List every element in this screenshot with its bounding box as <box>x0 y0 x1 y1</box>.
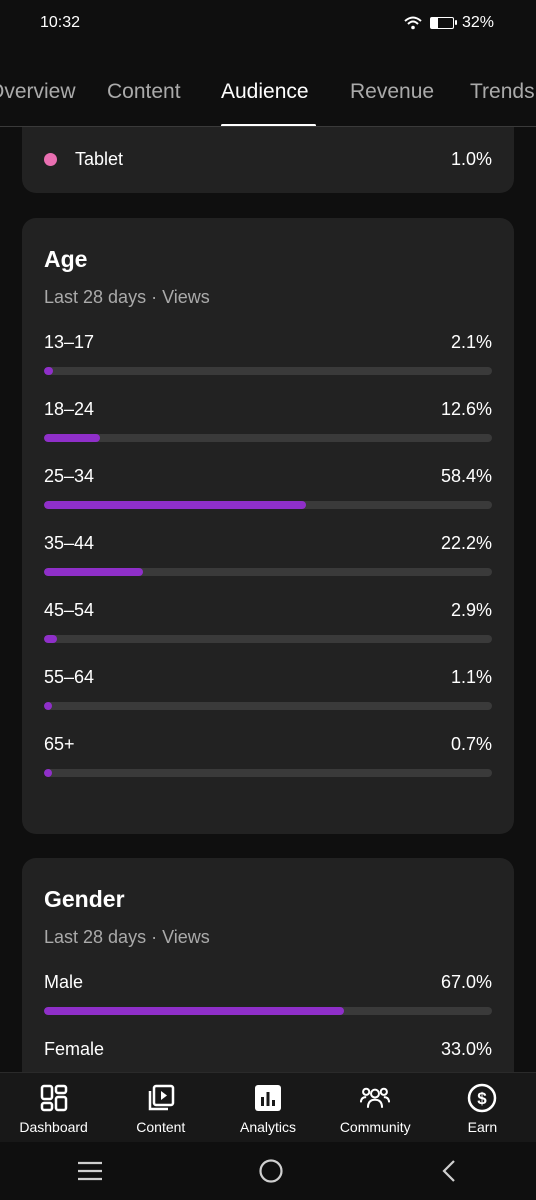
age-breakdown: 13–17 2.1% 18–24 12.6% 25–34 58.4% 35–44 22.2% 4… <box>22 332 514 777</box>
metric-head: 13–17 2.1% <box>44 332 492 353</box>
age-card: Age Last 28 days · Views 13–17 2.1% 18–24 1… <box>22 218 514 834</box>
age-value: 2.9% <box>450 600 492 620</box>
progress-track <box>44 702 492 710</box>
metric-head: Female 33.0% <box>44 1039 492 1060</box>
gender-row: Male 67.0% <box>22 972 514 1015</box>
progress-fill <box>44 434 101 442</box>
nav-analytics[interactable]: Analytics <box>214 1073 321 1142</box>
bottom-nav: Dashboard Content Analytics Community $ … <box>0 1072 536 1142</box>
age-value: 1.1% <box>450 667 492 687</box>
progress-fill <box>44 568 144 576</box>
age-value: 2.1% <box>450 332 492 352</box>
gender-label: Male <box>44 972 84 992</box>
progress-fill <box>44 1007 345 1015</box>
age-label: 65+ <box>44 734 75 754</box>
nav-dashboard[interactable]: Dashboard <box>0 1073 107 1142</box>
progress-fill <box>44 635 57 643</box>
age-label: 55–64 <box>44 667 95 687</box>
device-type-card: Tablet 1.0% <box>22 127 514 193</box>
status-bar: 10:32 32% <box>0 0 536 46</box>
progress-fill <box>44 501 306 509</box>
progress-track <box>44 367 492 375</box>
age-row: 55–64 1.1% <box>22 667 514 710</box>
home-icon[interactable] <box>258 1158 284 1184</box>
analytics-tabs: Overview Content Audience Revenue Trends <box>0 64 536 127</box>
progress-fill <box>44 367 54 375</box>
metric-head: 45–54 2.9% <box>44 600 492 621</box>
audience-content[interactable]: Tablet 1.0% Age Last 28 days · Views 13–… <box>0 127 536 1072</box>
progress-track <box>44 635 492 643</box>
gender-label: Female <box>44 1039 105 1059</box>
device-value: 1.0% <box>450 148 492 169</box>
device-legend-row: Tablet 1.0% <box>22 127 514 191</box>
back-icon[interactable] <box>439 1159 459 1183</box>
metric-head: 18–24 12.6% <box>44 399 492 420</box>
progress-track <box>44 434 492 442</box>
nav-community[interactable]: Community <box>322 1073 429 1142</box>
status-time: 10:32 <box>40 14 81 31</box>
age-label: 18–24 <box>44 399 95 419</box>
metric-head: 25–34 58.4% <box>44 466 492 487</box>
tab-overview[interactable]: Overview <box>0 80 76 104</box>
analytics-icon <box>255 1085 281 1111</box>
age-value: 0.7% <box>450 734 492 754</box>
dashboard-icon <box>40 1084 67 1112</box>
age-label: 25–34 <box>44 466 95 486</box>
age-row: 18–24 12.6% <box>22 399 514 442</box>
progress-track <box>44 568 492 576</box>
gender-value: 67.0% <box>440 972 492 992</box>
tab-revenue[interactable]: Revenue <box>350 80 434 104</box>
progress-track <box>44 1007 492 1015</box>
age-row: 13–17 2.1% <box>22 332 514 375</box>
menu-icon[interactable] <box>77 1161 103 1181</box>
metric-head: 55–64 1.1% <box>44 667 492 688</box>
battery-percent: 32% <box>461 14 494 31</box>
status-icons: 32% <box>404 14 494 32</box>
age-subtitle: Last 28 days · Views <box>44 287 210 307</box>
age-row: 35–44 22.2% <box>22 533 514 576</box>
gender-title: Gender <box>44 886 125 912</box>
progress-fill <box>44 702 53 710</box>
progress-track <box>44 501 492 509</box>
nav-earn-label: Earn <box>467 1119 498 1135</box>
earn-icon: $ <box>468 1083 497 1113</box>
gender-breakdown: Male 67.0% Female 33.0% <box>22 972 514 1072</box>
gender-row: Female 33.0% <box>22 1039 514 1072</box>
age-row: 25–34 58.4% <box>22 466 514 509</box>
age-row: 45–54 2.9% <box>22 600 514 643</box>
age-value: 12.6% <box>440 399 492 419</box>
age-value: 22.2% <box>440 533 492 553</box>
system-nav-bar <box>0 1142 536 1200</box>
legend-dot <box>44 152 57 166</box>
gender-subtitle: Last 28 days · Views <box>44 927 210 947</box>
progress-track <box>44 769 492 777</box>
tab-content[interactable]: Content <box>107 80 181 104</box>
age-label: 35–44 <box>44 533 95 553</box>
svg-text:$: $ <box>478 1089 488 1108</box>
device-label: Tablet <box>75 148 124 169</box>
metric-head: Male 67.0% <box>44 972 492 993</box>
age-label: 13–17 <box>44 332 95 352</box>
progress-fill <box>44 769 53 777</box>
nav-community-label: Community <box>339 1119 411 1135</box>
community-icon <box>360 1087 391 1108</box>
nav-earn[interactable]: $ Earn <box>429 1073 536 1142</box>
gender-value: 33.0% <box>440 1039 492 1059</box>
content-icon <box>148 1084 175 1111</box>
nav-content-label: Content <box>136 1119 186 1135</box>
age-label: 45–54 <box>44 600 95 620</box>
metric-head: 35–44 22.2% <box>44 533 492 554</box>
tab-audience[interactable]: Audience <box>221 80 309 104</box>
wifi-icon <box>404 16 422 30</box>
nav-dashboard-label: Dashboard <box>19 1119 88 1135</box>
battery-icon <box>429 17 457 29</box>
nav-analytics-label: Analytics <box>239 1119 297 1135</box>
nav-content[interactable]: Content <box>107 1073 214 1142</box>
gender-card: Gender Last 28 days · Views Male 67.0% Fem… <box>22 858 514 1072</box>
metric-head: 65+ 0.7% <box>44 734 492 755</box>
age-title: Age <box>44 246 88 272</box>
age-value: 58.4% <box>440 466 492 486</box>
age-row: 65+ 0.7% <box>22 734 514 777</box>
tab-trends[interactable]: Trends <box>470 80 535 104</box>
